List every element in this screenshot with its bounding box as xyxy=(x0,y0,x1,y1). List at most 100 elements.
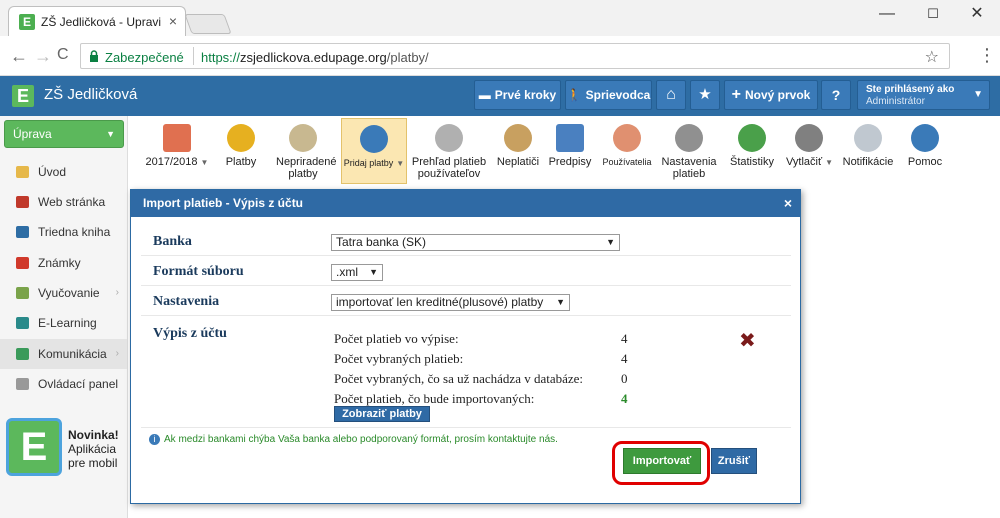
toolbar-item-phone-notification[interactable]: Notifikácie xyxy=(838,118,898,184)
coins-icon xyxy=(227,124,255,152)
stat-label: Počet vybraných, čo sa už nachádza v dat… xyxy=(334,371,584,386)
bookmark-star-icon[interactable]: ☆ xyxy=(925,47,939,67)
new-item-button[interactable]: + Nový prvok xyxy=(724,80,818,110)
edupage-logo[interactable]: E xyxy=(12,85,34,107)
sidebar-item-class-book[interactable]: Triedna kniha xyxy=(0,217,127,247)
toolbar-item-label-row: 2017/2018 ▼ xyxy=(140,156,214,169)
dialog-close-icon[interactable]: × xyxy=(784,190,792,217)
tab-close-icon[interactable]: × xyxy=(169,13,177,29)
chevron-down-icon: ▼ xyxy=(606,237,615,247)
user-menu[interactable]: Ste prihlásený ako Administrátor ▼ xyxy=(857,80,990,110)
toolbar-item-calendar[interactable]: 2017/2018 ▼ xyxy=(140,118,214,184)
toolbar-item-label: Nepriradené xyxy=(276,156,337,168)
settings-label: Nastavenia xyxy=(153,294,220,309)
toolbar-item-label-2: platby xyxy=(288,168,318,180)
window-minimize-button[interactable]: — xyxy=(864,0,910,30)
window-maximize-button[interactable]: ☐ xyxy=(910,0,956,30)
info-text: Ak medzi bankami chýba Vaša banka alebo … xyxy=(164,434,558,445)
reload-button[interactable]: C xyxy=(57,46,69,64)
help-icon xyxy=(911,124,939,152)
walker-icon: 🚶 xyxy=(566,88,582,102)
sidebar-item-label: Triedna kniha xyxy=(38,225,111,239)
cancel-button[interactable]: Zrušiť xyxy=(711,448,757,474)
chevron-down-icon: ▼ xyxy=(369,267,378,277)
show-payments-button[interactable]: Zobraziť platby xyxy=(334,406,430,422)
sidebar-item-communication[interactable]: Komunikácia › xyxy=(0,339,127,369)
toolbar-item-label: Pridaj platby xyxy=(343,158,394,168)
pie-chart-icon xyxy=(738,124,766,152)
address-bar: ← → C Zabezpečené https://zsjedlickova.e… xyxy=(0,36,1000,76)
settings-select[interactable]: importovať len kreditné(plusové) platby … xyxy=(331,294,570,311)
url-domain: zsjedlickova.edupage.org xyxy=(240,50,387,65)
bank-select[interactable]: Tatra banka (SK) ▼ xyxy=(331,234,620,251)
home-button[interactable]: ⌂ xyxy=(656,80,686,110)
sidebar-item-home[interactable]: Úvod xyxy=(0,157,127,187)
toolbar-item-label: Používatelia xyxy=(602,157,652,167)
sidebar-item-teaching[interactable]: Vyučovanie › xyxy=(0,278,127,308)
home-icon: ⌂ xyxy=(666,86,676,103)
first-steps-label: Prvé kroky xyxy=(494,88,557,102)
first-steps-button[interactable]: ▬ Prvé kroky xyxy=(474,80,561,110)
edit-dropdown-button[interactable]: Úprava ▼ xyxy=(4,120,124,148)
toolbar-item-payment-overview[interactable]: Prehľad platieb používateľov xyxy=(408,118,490,184)
toolbar-item-label: Notifikácie xyxy=(842,156,894,168)
toolbar-item-label: Nastavenia xyxy=(661,156,717,168)
sidebar-item-label: Známky xyxy=(38,256,81,270)
calendar-icon xyxy=(163,124,191,152)
settings-gear-icon xyxy=(675,124,703,152)
format-select-value: .xml xyxy=(336,265,358,279)
mobile-app-logo: E xyxy=(6,418,62,476)
school-name[interactable]: ZŠ Jedličková xyxy=(44,86,137,103)
toolbar-item-settings-gear[interactable]: Nastavenia platieb xyxy=(656,118,722,184)
url-input[interactable]: Zabezpečené https://zsjedlickova.edupage… xyxy=(80,43,950,69)
sidebar-item-web[interactable]: Web stránka xyxy=(0,187,127,217)
toolbar-item-money-bag[interactable]: Neplatiči xyxy=(494,118,542,184)
chevron-down-icon: ▼ xyxy=(825,158,834,167)
toolbar-item-coins[interactable]: Platby xyxy=(220,118,262,184)
user-role: Administrátor xyxy=(866,96,925,107)
toolbar-item-pie-chart[interactable]: Štatistiky xyxy=(726,118,778,184)
browser-tab[interactable]: E ZŠ Jedličková - Upraviť vz × xyxy=(8,6,186,36)
sidebar-item-control-panel[interactable]: Ovládací panel xyxy=(0,369,127,399)
help-button[interactable]: ? xyxy=(821,80,851,110)
info-message: i Ak medzi bankami chýba Vaša banka alebo… xyxy=(149,434,558,445)
dialog-title: Import platieb - Výpis z účtu xyxy=(143,196,304,210)
favorites-button[interactable]: ★ xyxy=(690,80,720,110)
chevron-down-icon: ▼ xyxy=(556,297,565,307)
settings-select-value: importovať len kreditné(plusové) platby xyxy=(336,295,544,309)
printer-icon xyxy=(795,124,823,152)
control-panel-icon xyxy=(16,378,29,390)
dialog-header: Import platieb - Výpis z účtu × xyxy=(131,190,800,217)
logged-in-label: Ste prihlásený ako xyxy=(866,84,955,95)
import-payments-dialog: Import platieb - Výpis z účtu × Banka Ta… xyxy=(130,189,801,504)
prescription-icon xyxy=(556,124,584,152)
sidebar-item-e-learning[interactable]: E-Learning xyxy=(0,308,127,338)
toolbar-item-users[interactable]: Používatelia xyxy=(600,118,654,184)
browser-menu-icon[interactable]: ⋮ xyxy=(978,45,996,66)
new-tab-button[interactable] xyxy=(184,14,232,34)
stat-value: 0 xyxy=(621,371,628,386)
format-row: Formát súboru .xml ▼ xyxy=(141,256,791,286)
chevron-down-icon: ▼ xyxy=(396,159,405,168)
toolbar-item-printer[interactable]: Vytlačiť ▼ xyxy=(786,118,834,184)
toolbar-item-prescription[interactable]: Predpisy xyxy=(546,118,594,184)
toolbar-item-help[interactable]: Pomoc xyxy=(900,118,950,184)
back-button[interactable]: ← xyxy=(10,46,28,67)
mobile-app-promo[interactable]: E Novinka! Aplikácia pre mobil xyxy=(6,418,122,478)
window-close-button[interactable]: ✕ xyxy=(954,0,1000,30)
forward-button[interactable]: → xyxy=(34,46,52,67)
promo-line-3: pre mobil xyxy=(68,456,118,470)
toolbar-item-question-coins[interactable]: Nepriradené platby xyxy=(276,118,337,184)
guide-button[interactable]: 🚶 Sprievodca xyxy=(565,80,652,110)
remove-statement-icon[interactable]: ✖ xyxy=(739,328,756,353)
stat-label: Počet platieb, čo bude importovaných: xyxy=(334,391,535,406)
guide-label: Sprievodca xyxy=(585,88,651,102)
toolbar-item-label-row: Pridaj platby ▼ xyxy=(342,157,406,170)
url-prefix: https:// xyxy=(201,50,241,65)
home-icon xyxy=(16,166,29,178)
format-select[interactable]: .xml ▼ xyxy=(331,264,383,281)
import-button[interactable]: Importovať xyxy=(623,448,701,474)
toolbar-item-add-payment[interactable]: Pridaj platby ▼ xyxy=(341,118,407,184)
plus-icon: + xyxy=(731,86,741,103)
sidebar-item-grades[interactable]: Známky xyxy=(0,248,127,278)
